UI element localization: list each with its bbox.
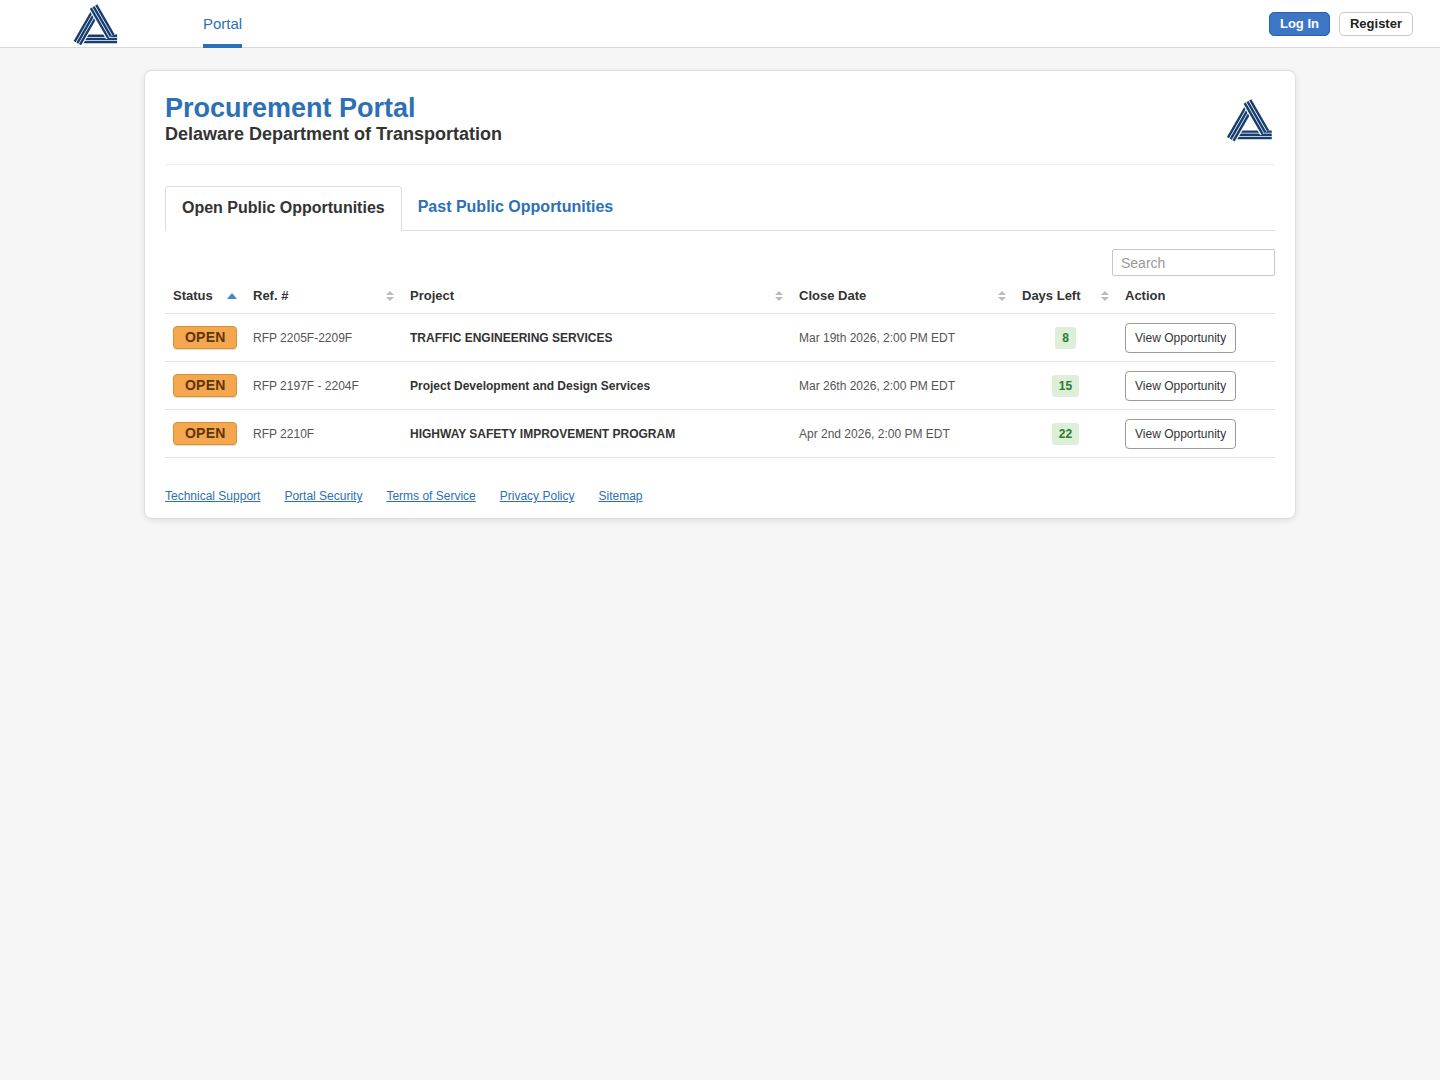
- page-subtitle: Delaware Department of Transportation: [165, 124, 502, 145]
- sort-icon: [998, 291, 1006, 301]
- card-header: Procurement Portal Delaware Department o…: [165, 95, 1275, 147]
- close-date: Mar 19th 2026, 2:00 PM EDT: [791, 314, 1014, 362]
- deldot-logo-icon: [1225, 95, 1275, 147]
- procurement-portal-card: Procurement Portal Delaware Department o…: [144, 70, 1296, 519]
- tab-past-public-opportunities[interactable]: Past Public Opportunities: [402, 186, 630, 230]
- close-date: Mar 26th 2026, 2:00 PM EDT: [791, 362, 1014, 410]
- table-row: OPEN RFP 2197F - 2204F Project Developme…: [165, 362, 1275, 410]
- link-terms-of-service[interactable]: Terms of Service: [386, 489, 475, 503]
- footer-links: Technical Support Portal Security Terms …: [165, 489, 1275, 507]
- col-header-project[interactable]: Project: [402, 284, 791, 314]
- view-opportunity-button[interactable]: View Opportunity: [1125, 419, 1236, 449]
- login-button[interactable]: Log In: [1269, 12, 1330, 36]
- link-technical-support[interactable]: Technical Support: [165, 489, 260, 503]
- header-divider: [165, 164, 1275, 165]
- search-input[interactable]: [1112, 249, 1275, 276]
- tab-open-public-opportunities[interactable]: Open Public Opportunities: [165, 186, 402, 231]
- link-sitemap[interactable]: Sitemap: [598, 489, 642, 503]
- col-header-close-date[interactable]: Close Date: [791, 284, 1014, 314]
- table-row: OPEN RFP 2205F-2209F TRAFFIC ENGINEERING…: [165, 314, 1275, 362]
- navbar: Portal Log In Register: [0, 0, 1440, 48]
- nav-item-portal[interactable]: Portal: [203, 0, 242, 48]
- search-row: [165, 249, 1275, 276]
- ref-number: RFP 2210F: [245, 410, 402, 458]
- link-portal-security[interactable]: Portal Security: [284, 489, 362, 503]
- sort-icon: [775, 291, 783, 301]
- project-name: TRAFFIC ENGINEERING SERVICES: [402, 314, 791, 362]
- opportunities-table: Status Ref. # Project Close Date Days Le…: [165, 284, 1275, 458]
- ref-number: RFP 2205F-2209F: [245, 314, 402, 362]
- table-header-row: Status Ref. # Project Close Date Days Le…: [165, 284, 1275, 314]
- status-badge: OPEN: [173, 422, 237, 445]
- close-date: Apr 2nd 2026, 2:00 PM EDT: [791, 410, 1014, 458]
- col-header-action: Action: [1117, 284, 1275, 314]
- sort-ascending-icon: [227, 293, 237, 299]
- status-badge: OPEN: [173, 326, 237, 349]
- register-button[interactable]: Register: [1339, 12, 1413, 36]
- days-left-badge: 15: [1052, 375, 1079, 397]
- tab-bar: Open Public Opportunities Past Public Op…: [165, 186, 1275, 231]
- days-left-badge: 22: [1052, 423, 1079, 445]
- deldot-logo-icon[interactable]: [72, 1, 120, 46]
- project-name: Project Development and Design Services: [402, 362, 791, 410]
- table-row: OPEN RFP 2210F HIGHWAY SAFETY IMPROVEMEN…: [165, 410, 1275, 458]
- sort-icon: [1101, 291, 1109, 301]
- nav-actions: Log In Register: [1269, 12, 1413, 36]
- col-header-ref[interactable]: Ref. #: [245, 284, 402, 314]
- sort-icon: [386, 291, 394, 301]
- status-badge: OPEN: [173, 374, 237, 397]
- page-title: Procurement Portal: [165, 95, 502, 122]
- view-opportunity-button[interactable]: View Opportunity: [1125, 323, 1236, 353]
- link-privacy-policy[interactable]: Privacy Policy: [500, 489, 575, 503]
- days-left-badge: 8: [1055, 327, 1076, 349]
- project-name: HIGHWAY SAFETY IMPROVEMENT PROGRAM: [402, 410, 791, 458]
- view-opportunity-button[interactable]: View Opportunity: [1125, 371, 1236, 401]
- col-header-days-left[interactable]: Days Left: [1014, 284, 1117, 314]
- ref-number: RFP 2197F - 2204F: [245, 362, 402, 410]
- col-header-status[interactable]: Status: [165, 284, 245, 314]
